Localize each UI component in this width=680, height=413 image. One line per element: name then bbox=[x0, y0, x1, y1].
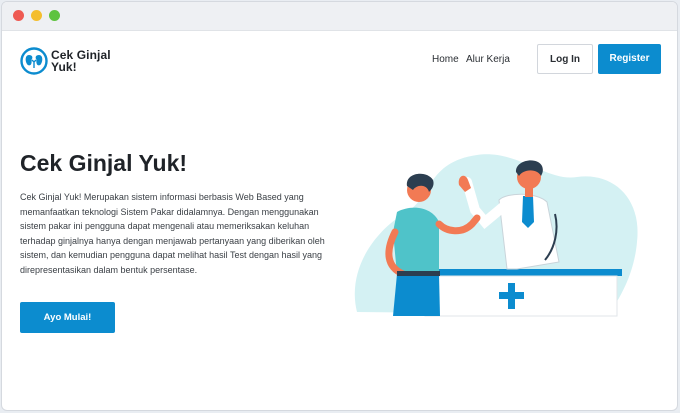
doctor-consultation-illustration bbox=[354, 154, 638, 317]
hero-title: Cek Ginjal Yuk! bbox=[20, 150, 188, 176]
nav-alur-kerja-link[interactable]: Alur Kerja bbox=[466, 54, 510, 65]
kidney-icon bbox=[20, 47, 48, 75]
browser-window: Cek Ginjal Yuk! Home Alur Kerja Log In R… bbox=[1, 1, 678, 411]
start-button[interactable]: Ayo Mulai! bbox=[20, 302, 115, 333]
window-titlebar bbox=[2, 2, 677, 31]
close-window-button[interactable] bbox=[13, 10, 24, 21]
nav-home-link[interactable]: Home bbox=[432, 54, 459, 65]
hero-description: Cek Ginjal Yuk! Merupakan sistem informa… bbox=[20, 192, 325, 275]
maximize-window-button[interactable] bbox=[49, 10, 60, 21]
login-button[interactable]: Log In bbox=[537, 44, 593, 74]
site-logo[interactable]: Cek Ginjal Yuk! bbox=[20, 47, 120, 75]
minimize-window-button[interactable] bbox=[31, 10, 42, 21]
register-button[interactable]: Register bbox=[598, 44, 661, 74]
logo-text: Cek Ginjal Yuk! bbox=[51, 48, 111, 74]
